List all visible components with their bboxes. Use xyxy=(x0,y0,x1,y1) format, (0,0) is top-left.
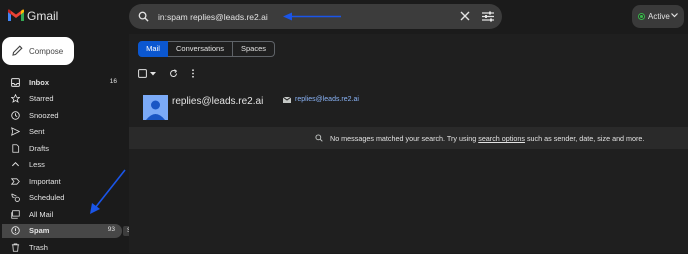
tab-spaces[interactable]: Spaces xyxy=(233,41,275,57)
refresh-icon[interactable] xyxy=(169,69,178,78)
tab-mail[interactable]: Mail xyxy=(138,41,168,57)
sidebar-item-label: Less xyxy=(29,160,45,169)
search-icon xyxy=(315,134,323,142)
sidebar-item-trash[interactable]: Trash xyxy=(0,241,124,254)
spam-icon xyxy=(11,226,20,235)
send-icon xyxy=(11,127,20,136)
draft-icon xyxy=(11,144,20,153)
unread-count: 93 xyxy=(107,226,115,233)
gmail-logo-text[interactable]: Gmail xyxy=(27,9,58,23)
inbox-icon xyxy=(11,78,20,87)
search-input[interactable]: in:spam replies@leads.re2.ai xyxy=(158,12,268,22)
sidebar-item-label: Trash xyxy=(29,243,48,252)
compose-button[interactable]: Compose xyxy=(2,37,74,65)
sidebar-item-drafts[interactable]: Drafts xyxy=(0,142,124,155)
compose-label: Compose xyxy=(29,47,64,56)
contact-email-link[interactable]: replies@leads.re2.ai xyxy=(295,96,359,103)
select-all-checkbox[interactable] xyxy=(138,69,147,78)
all-mail-icon xyxy=(11,210,20,219)
clear-search-icon[interactable] xyxy=(460,11,470,21)
unread-count: 16 xyxy=(109,78,117,85)
annotation-arrow-icon xyxy=(283,12,341,21)
sidebar-item-label: Drafts xyxy=(29,144,50,153)
tab-conversations[interactable]: Conversations xyxy=(168,41,233,57)
star-icon xyxy=(11,94,20,103)
scheduled-send-icon xyxy=(11,193,20,202)
avatar xyxy=(143,95,168,120)
sidebar-item-sent[interactable]: Sent xyxy=(0,125,124,138)
annotation-arrow-icon xyxy=(88,168,128,216)
sidebar-item-label: Inbox xyxy=(29,78,49,87)
trash-icon xyxy=(11,243,20,252)
select-menu-icon[interactable] xyxy=(150,72,156,76)
search-options-icon[interactable] xyxy=(482,11,494,22)
status-label: Active xyxy=(648,12,670,21)
sidebar-item-starred[interactable]: Starred xyxy=(0,92,124,105)
sidebar-item-label: Important xyxy=(29,177,61,186)
active-status-icon xyxy=(638,13,645,20)
sidebar-item-label: Scheduled xyxy=(29,193,65,202)
more-options-icon[interactable] xyxy=(191,69,195,78)
no-results-text-before: No messages matched your search. Try usi… xyxy=(330,134,479,143)
sidebar-item-inbox[interactable]: Inbox 16 xyxy=(0,76,124,89)
sidebar-item-label: Spam xyxy=(29,226,50,235)
sidebar-item-label: Sent xyxy=(29,127,45,136)
chevron-up-icon xyxy=(11,160,20,169)
gmail-logo-icon[interactable] xyxy=(8,9,24,22)
important-icon xyxy=(11,177,20,186)
clock-icon xyxy=(11,111,20,120)
chevron-down-icon xyxy=(671,13,678,18)
no-results-text-after: such as sender, date, size and more. xyxy=(524,134,645,143)
search-icon[interactable] xyxy=(138,11,149,22)
no-results-text: No messages matched your search. Try usi… xyxy=(330,134,644,143)
mail-icon xyxy=(283,97,291,103)
status-dropdown[interactable]: Active xyxy=(632,5,684,28)
search-options-link[interactable]: search options xyxy=(478,134,525,143)
sidebar-item-snoozed[interactable]: Snoozed xyxy=(0,109,124,122)
sidebar-item-label: Snoozed xyxy=(29,111,59,120)
contact-name[interactable]: replies@leads.re2.ai xyxy=(172,96,263,107)
sidebar-item-spam[interactable]: Spam 93 xyxy=(2,224,122,238)
pencil-icon xyxy=(12,45,23,56)
sidebar-item-label: Starred xyxy=(29,94,54,103)
no-results-banner: No messages matched your search. Try usi… xyxy=(129,127,688,149)
sidebar-item-label: All Mail xyxy=(29,210,54,219)
